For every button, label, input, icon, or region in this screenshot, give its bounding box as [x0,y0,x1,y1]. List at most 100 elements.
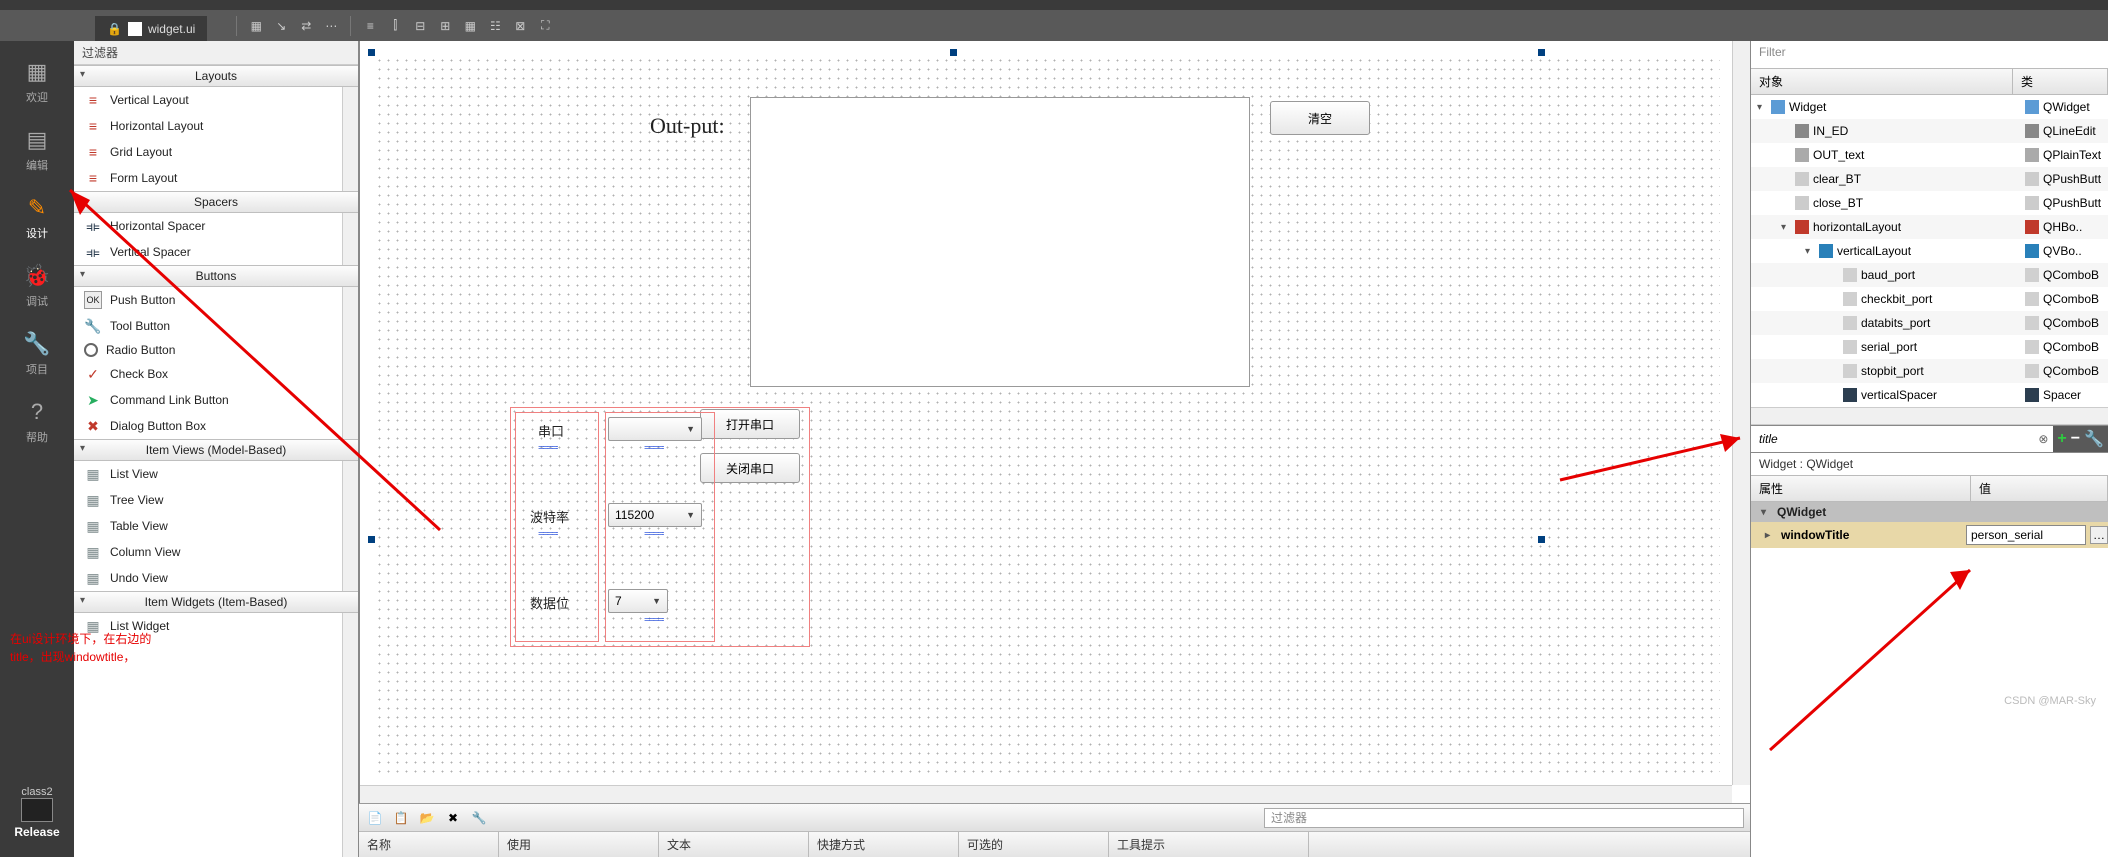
object-tree-row[interactable]: checkbit_portQComboB [1751,287,2108,311]
object-tree-row[interactable]: clear_BTQPushButt [1751,167,2108,191]
baud-combo[interactable]: 115200▼ [608,503,702,527]
action-col-header[interactable]: 快捷方式 [809,832,959,857]
object-tree-row[interactable]: IN_EDQLineEdit [1751,119,2108,143]
object-tree-row[interactable]: ▾horizontalLayoutQHBo.. [1751,215,2108,239]
form-icon[interactable]: ☷ [485,16,505,36]
action-col-header[interactable]: 名称 [359,832,499,857]
widget-item[interactable]: ✖Dialog Button Box [74,413,358,439]
canvas-h-scrollbar[interactable] [360,785,1732,803]
object-tree-row[interactable]: baud_portQComboB [1751,263,2108,287]
widget-group-header[interactable]: Spacers [74,191,358,213]
action-col-header[interactable]: 文本 [659,832,809,857]
action-col-header[interactable]: 使用 [499,832,659,857]
widget-item[interactable]: ▦Column View [74,539,358,565]
file-tab[interactable]: 🔒 widget.ui [95,16,207,41]
widget-item[interactable]: ▦List View [74,461,358,487]
serial-combo[interactable]: ▼ [608,417,702,441]
mode-welcome[interactable]: ▦欢迎 [26,59,48,105]
object-tree-row[interactable]: databits_portQComboB [1751,311,2108,335]
property-filter-input[interactable] [1751,432,2033,446]
property-row-windowtitle[interactable]: ▸windowTitle … [1751,522,2108,548]
widget-item[interactable]: ≡Grid Layout [74,139,358,165]
clear-filter-icon[interactable]: ⊗ [2033,432,2053,446]
property-value-input[interactable] [1966,525,2086,545]
break-layout-icon[interactable]: ⊠ [510,16,530,36]
action-col-header[interactable]: 工具提示 [1109,832,1309,857]
property-filter-row: ⊗ + − 🔧 [1751,425,2108,453]
widget-group-header[interactable]: Buttons [74,265,358,287]
edit-widgets-icon[interactable]: ▦ [246,16,266,36]
mode-project[interactable]: 🔧项目 [23,331,50,377]
widget-item[interactable]: ≡Form Layout [74,165,358,191]
action-filter-input[interactable]: 过滤器 [1264,808,1744,828]
kit-selector[interactable]: class2 Release [14,786,59,839]
property-more-button[interactable]: … [2090,526,2108,544]
selection-handle[interactable] [1538,49,1545,56]
mode-design[interactable]: ✎设计 [26,195,48,241]
object-tree-row[interactable]: ▾WidgetQWidget [1751,95,2108,119]
widget-item[interactable]: ⟚Horizontal Spacer [74,213,358,239]
object-tree-row[interactable]: serial_portQComboB [1751,335,2108,359]
widget-item[interactable]: ✓Check Box [74,361,358,387]
action-col-header[interactable]: 可选的 [959,832,1109,857]
configure-property-icon[interactable]: 🔧 [2084,429,2104,449]
object-tree-row[interactable]: ▾verticalLayoutQVBo.. [1751,239,2108,263]
widget-item[interactable]: ▦Table View [74,513,358,539]
configure-action-icon[interactable]: 🔧 [469,808,489,828]
adjust-size-icon[interactable]: ⛶ [535,16,555,36]
widget-item[interactable]: Radio Button [74,339,358,361]
canvas-v-scrollbar[interactable] [1732,41,1750,785]
col-class[interactable]: 类 [2013,69,2108,94]
widgetbox-filter-label[interactable]: 过滤器 [74,41,358,65]
selection-handle[interactable] [1538,536,1545,543]
mode-help[interactable]: ?帮助 [26,399,48,445]
property-group-qwidget[interactable]: ▾QWidget [1751,502,2108,522]
copy-action-icon[interactable]: 📋 [391,808,411,828]
mode-debug[interactable]: 🐞调试 [23,263,50,309]
widget-group-header[interactable]: Item Views (Model-Based) [74,439,358,461]
new-action-icon[interactable]: 📄 [365,808,385,828]
col-object[interactable]: 对象 [1751,69,2013,94]
hsplit-icon[interactable]: ⊟ [410,16,430,36]
col-value[interactable]: 值 [1971,476,2108,501]
widget-item[interactable]: ⟚Vertical Spacer [74,239,358,265]
col-property[interactable]: 属性 [1751,476,1971,501]
vlayout-icon[interactable]: ⫿ [385,16,405,36]
widget-item[interactable]: ≡Vertical Layout [74,87,358,113]
object-tree-row[interactable]: OUT_textQPlainText [1751,143,2108,167]
object-tree-row[interactable]: close_BTQPushButt [1751,191,2108,215]
widget-group-header[interactable]: Item Widgets (Item-Based) [74,591,358,613]
edit-signals-icon[interactable]: ↘ [271,16,291,36]
remove-property-icon[interactable]: − [2071,430,2080,448]
widget-item[interactable]: 🔧Tool Button [74,313,358,339]
vsplit-icon[interactable]: ⊞ [435,16,455,36]
edit-buddies-icon[interactable]: ⇄ [296,16,316,36]
widgetbox-scrollbar[interactable] [342,65,358,857]
object-filter-input[interactable]: Filter [1751,41,2108,69]
widget-group-header[interactable]: Layouts [74,65,358,87]
design-canvas[interactable]: Out-put: 清空 打开串口 关闭串口 串口 波特率 数据位 ▼ 11520… [359,41,1750,803]
paste-action-icon[interactable]: 📂 [417,808,437,828]
object-tree-row[interactable]: stopbit_portQComboB [1751,359,2108,383]
databits-combo[interactable]: 7▼ [608,589,668,613]
mode-edit[interactable]: ▤编辑 [26,127,48,173]
output-textarea[interactable] [750,97,1250,387]
widget-item[interactable]: OKPush Button [74,287,358,313]
object-tree-row[interactable]: verticalSpacerSpacer [1751,383,2108,407]
grid-icon[interactable]: ▦ [460,16,480,36]
widget-item-label: Radio Button [106,343,175,357]
selection-handle[interactable] [368,536,375,543]
object-tree[interactable]: ▾WidgetQWidgetIN_EDQLineEditOUT_textQPla… [1751,95,2108,407]
widget-item[interactable]: ➤Command Link Button [74,387,358,413]
widget-item[interactable]: ▦Tree View [74,487,358,513]
add-property-icon[interactable]: + [2057,430,2066,448]
delete-action-icon[interactable]: ✖ [443,808,463,828]
object-tree-scrollbar[interactable] [1751,407,2108,425]
clear-button[interactable]: 清空 [1270,101,1370,135]
widget-item[interactable]: ≡Horizontal Layout [74,113,358,139]
widget-item[interactable]: ▦Undo View [74,565,358,591]
selection-handle[interactable] [950,49,957,56]
selection-handle[interactable] [368,49,375,56]
edit-tab-order-icon[interactable]: ⋯ [321,16,341,36]
hlayout-icon[interactable]: ≡ [360,16,380,36]
